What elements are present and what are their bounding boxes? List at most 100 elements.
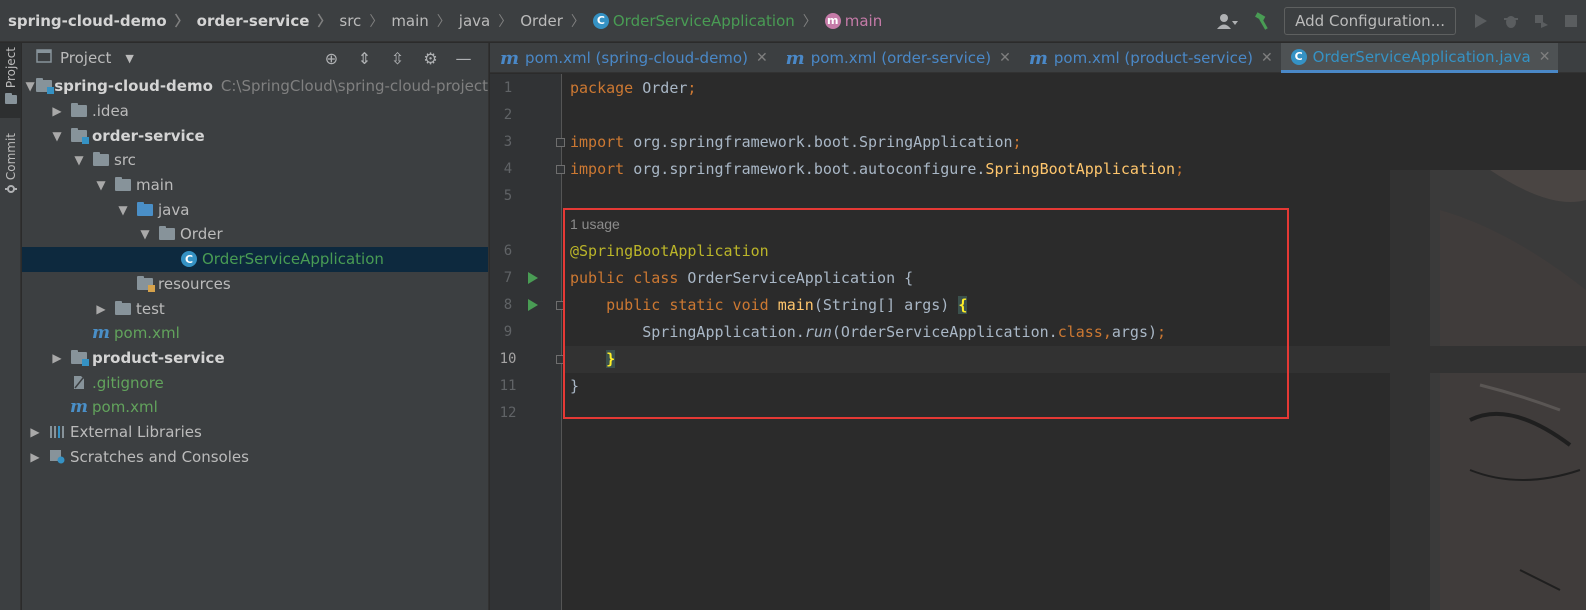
chevron-down-icon[interactable]: ▼ [68,153,90,167]
line-number: 4 [503,161,513,177]
editor-background-image [1370,170,1586,610]
tree-item-root-pom[interactable]: m pom.xml [22,395,488,420]
folder-icon [90,152,112,168]
code-editor[interactable]: 1 2 3 4 5 6 7 8 9 10 11 12 package Order… [490,74,1586,610]
tree-item-order-service-application[interactable]: C OrderServiceApplication [22,246,488,272]
module-folder-icon [68,349,90,366]
user-icon[interactable] [1208,7,1248,35]
tree-item-order-service[interactable]: ▼ order-service [22,123,488,148]
folder-icon [112,177,134,193]
chevron-right-icon[interactable]: ▶ [46,351,68,365]
code-line-3: import org.springframework.boot.SpringAp… [570,133,1022,151]
collapse-all-icon[interactable]: ⇳ [381,49,414,68]
run-icon[interactable] [1466,7,1496,35]
tool-window-strip: Project Commit [0,43,21,610]
chevron-right-icon: 〉 [174,13,189,30]
locate-icon[interactable]: ⊕ [315,49,348,68]
chevron-down-icon[interactable]: ▼ [24,79,36,93]
tree-item-order-pom[interactable]: m pom.xml [22,321,488,346]
close-icon[interactable]: ✕ [756,50,768,66]
libraries-icon [46,424,68,440]
folder-icon [68,103,90,119]
breadcrumb-method[interactable]: m main [824,12,882,30]
run-gutter-icon[interactable] [528,272,538,284]
tree-item-order-package[interactable]: ▼ Order [22,222,488,247]
code-line-4: import org.springframework.boot.autoconf… [570,160,1185,178]
project-view-icon [36,49,52,67]
tree-item-external-libraries[interactable]: ▶ External Libraries [22,420,488,445]
chevron-right-icon: 〉 [498,13,513,30]
module-folder-icon [36,78,55,95]
class-icon: C [178,251,200,268]
chevron-right-icon[interactable]: ▶ [24,425,46,439]
hide-icon[interactable]: — [447,49,480,68]
breadcrumb: spring-cloud-demo 〉 order-service 〉 src 〉 m… [0,0,882,41]
fold-icon[interactable] [556,138,565,147]
tab-order-service-application[interactable]: C OrderServiceApplication.java ✕ [1280,43,1559,73]
code-line-1: package Order; [570,79,697,97]
coverage-icon[interactable] [1526,7,1556,35]
line-number: 6 [503,243,513,259]
line-number: 8 [503,297,513,313]
chevron-right-icon: 〉 [802,13,817,30]
breadcrumb-src[interactable]: src 〉 [339,11,391,31]
run-gutter-icon[interactable] [528,299,538,311]
fold-icon[interactable] [556,165,565,174]
project-tool-button[interactable]: Project [0,43,21,118]
breadcrumb-module[interactable]: order-service 〉 [197,11,340,31]
expand-all-icon[interactable]: ⇕ [348,49,381,68]
navigation-bar: spring-cloud-demo 〉 order-service 〉 src 〉 m… [0,0,1586,42]
add-configuration-button[interactable]: Add Configuration... [1284,7,1456,35]
line-number: 2 [503,107,513,123]
gear-icon[interactable]: ⚙ [414,49,447,68]
project-panel: Project ▼ ⊕ ⇕ ⇳ ⚙ — ▼ spring-cloud-demo … [22,43,489,610]
tree-item-java[interactable]: ▼ java [22,197,488,222]
tree-item-spring-cloud-demo[interactable]: ▼ spring-cloud-demo C:\SpringCloud\sprin… [22,74,489,99]
tree-item-src[interactable]: ▼ src [22,148,488,173]
tab-pom-spring-cloud-demo[interactable]: m pom.xml (spring-cloud-demo) ✕ [490,43,776,73]
commit-tool-button[interactable]: Commit [0,133,21,213]
breadcrumb-main[interactable]: main 〉 [391,11,458,31]
line-number: 12 [499,405,517,421]
chevron-right-icon[interactable]: ▶ [24,450,46,464]
chevron-down-icon[interactable]: ▼ [125,52,133,65]
chevron-down-icon[interactable]: ▼ [46,129,68,143]
close-icon[interactable]: ✕ [1539,49,1551,65]
maven-icon: m [1028,47,1048,69]
chevron-down-icon[interactable]: ▼ [112,203,134,217]
editor-gutter: 1 2 3 4 5 6 7 8 9 10 11 12 [490,74,565,610]
chevron-right-icon[interactable]: ▶ [90,302,112,316]
chevron-down-icon[interactable]: ▼ [134,227,156,241]
breadcrumb-project[interactable]: spring-cloud-demo 〉 [8,11,197,31]
line-number: 5 [503,188,513,204]
breadcrumb-class[interactable]: C OrderServiceApplication 〉 [592,11,825,31]
tree-item-scratches[interactable]: ▶ Scratches and Consoles [22,444,488,469]
package-icon [156,226,178,242]
tree-item-main[interactable]: ▼ main [22,173,488,198]
stop-icon[interactable] [1556,7,1586,35]
maven-icon: m [785,47,805,69]
breadcrumb-java[interactable]: java 〉 [459,11,520,31]
close-icon[interactable]: ✕ [1261,50,1273,66]
chevron-down-icon[interactable]: ▼ [90,178,112,192]
close-icon[interactable]: ✕ [999,50,1011,66]
tab-pom-product-service[interactable]: m pom.xml (product-service) ✕ [1019,43,1281,73]
line-number: 7 [503,270,513,286]
chevron-right-icon[interactable]: ▶ [46,104,68,118]
breadcrumb-package[interactable]: Order 〉 [520,11,593,31]
project-panel-title[interactable]: Project [60,49,111,67]
maven-icon: m [500,47,520,69]
tree-item-idea[interactable]: ▶ .idea [22,99,488,124]
build-hammer-icon[interactable] [1248,7,1278,35]
folder-icon [4,92,17,108]
tree-item-gitignore[interactable]: .gitignore [22,370,488,395]
tree-item-resources[interactable]: resources [22,272,488,297]
tree-item-test[interactable]: ▶ test [22,296,488,321]
ignore-file-icon [68,375,90,391]
tree-item-product-service[interactable]: ▶ product-service [22,346,488,371]
debug-icon[interactable] [1496,7,1526,35]
tab-pom-order-service[interactable]: m pom.xml (order-service) ✕ [776,43,1019,73]
source-folder-icon [134,201,156,218]
class-icon: C [1290,48,1307,65]
line-number: 11 [499,378,517,394]
